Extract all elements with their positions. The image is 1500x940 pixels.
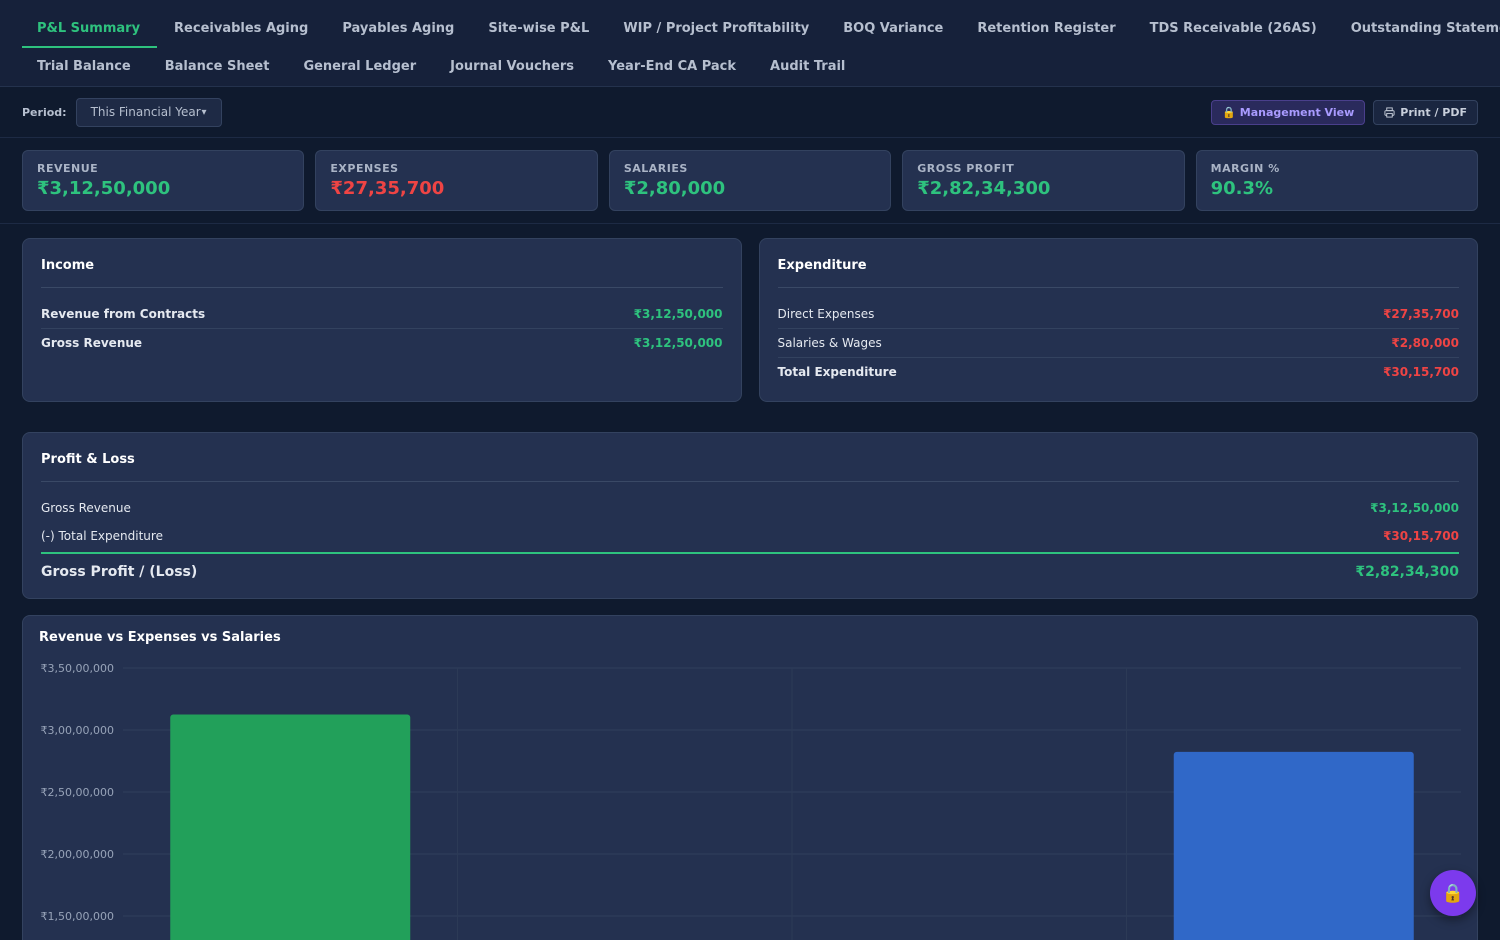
row-amount: ₹30,15,700 — [1383, 365, 1459, 379]
tab-balance-sheet[interactable]: Balance Sheet — [148, 48, 287, 86]
lock-icon: 🔒 — [1441, 882, 1465, 904]
y-tick-label: ₹2,50,00,000 — [41, 786, 114, 799]
income-expenditure-panels: Income Revenue from Contracts ₹3,12,50,0… — [0, 224, 1500, 402]
tab-trial-balance[interactable]: Trial Balance — [22, 48, 148, 86]
y-tick-label: ₹2,00,00,000 — [41, 848, 114, 861]
row-amount: ₹2,80,000 — [1391, 336, 1459, 350]
tab-site-wise-p-l[interactable]: Site-wise P&L — [471, 10, 606, 48]
tab-year-end-ca-pack[interactable]: Year-End CA Pack — [591, 48, 753, 86]
kpi-value: 90.3% — [1210, 178, 1274, 199]
row-label: Direct Expenses — [777, 307, 875, 321]
tab-retention-register[interactable]: Retention Register — [960, 10, 1132, 48]
row-label: Salaries & Wages — [777, 336, 882, 350]
bar-chart: ₹3,50,00,000 ₹3,00,00,000 ₹2,50,00,000 ₹2,0… — [41, 662, 1461, 940]
tab-journal-vouchers[interactable]: Journal Vouchers — [433, 48, 591, 86]
tab-p-l-summary[interactable]: P&L Summary — [22, 10, 158, 48]
kpi-card-revenue: REVENUE ₹3,12,50,000 — [22, 150, 305, 211]
tab-row-1: P&L Summary Receivables Aging Payables Agi… — [22, 0, 1500, 48]
profit-amount: ₹2,82,34,300 — [1355, 564, 1459, 580]
kpi-card-salaries: SALARIES ₹2,80,000 — [608, 150, 892, 211]
tab-boq-variance[interactable]: BOQ Variance — [826, 10, 960, 48]
kpi-value: ₹2,82,34,300 — [917, 178, 1051, 199]
print-label: Print / PDF — [1400, 105, 1467, 119]
kpi-value: ₹27,35,700 — [330, 178, 445, 199]
pl-gross-revenue-row: Gross Revenue ₹3,12,50,000 — [41, 494, 1459, 522]
kpi-label: EXPENSES — [330, 162, 399, 175]
row-amount: ₹27,35,700 — [1383, 307, 1459, 321]
tab-row-2: Trial Balance Balance Sheet General Ledger… — [22, 48, 1478, 86]
period-selected-value: This Financial Year — [90, 105, 201, 119]
expenditure-title: Expenditure — [777, 253, 1459, 288]
expenditure-panel: Expenditure Direct Expenses ₹27,35,700 S… — [758, 238, 1478, 402]
row-label: Gross Revenue — [41, 336, 143, 350]
period-select[interactable]: This Financial Year ▾ — [75, 97, 222, 127]
row-label: (-) Total Expenditure — [41, 529, 163, 543]
printer-icon — [1384, 106, 1395, 118]
tab-wip-project-profitability[interactable]: WIP / Project Profitability — [606, 10, 826, 48]
income-row: Revenue from Contracts ₹3,12,50,000 — [41, 300, 723, 329]
kpi-label: GROSS PROFIT — [917, 162, 1015, 175]
kpi-label: SALARIES — [623, 162, 688, 175]
report-tabs: P&L Summary Receivables Aging Payables Agi… — [0, 0, 1500, 87]
tab-payables-aging[interactable]: Payables Aging — [325, 10, 471, 48]
kpi-card-margin: MARGIN % 90.3% — [1195, 150, 1479, 211]
kpi-label: REVENUE — [37, 162, 99, 175]
expenditure-row: Direct Expenses ₹27,35,700 — [777, 300, 1459, 329]
kpi-strip: REVENUE ₹3,12,50,000 EXPENSES ₹27,35,700 SAL… — [0, 138, 1500, 224]
income-row: Gross Revenue ₹3,12,50,000 — [41, 329, 723, 357]
chart-panel: Revenue vs Expenses vs Salaries ₹3,50,00… — [22, 615, 1478, 940]
row-amount: ₹30,15,700 — [1383, 529, 1459, 543]
row-label: Revenue from Contracts — [41, 307, 206, 321]
y-tick-label: ₹3,00,00,000 — [41, 724, 114, 737]
pl-title: Profit & Loss — [41, 447, 1459, 482]
row-amount: ₹3,12,50,000 — [633, 336, 723, 350]
management-view-button[interactable]: 🔒 Management View — [1211, 99, 1366, 125]
expenditure-row: Salaries & Wages ₹2,80,000 — [777, 329, 1459, 358]
income-panel: Income Revenue from Contracts ₹3,12,50,0… — [22, 238, 742, 402]
y-tick-label: ₹3,50,00,000 — [41, 662, 114, 675]
kpi-value: ₹2,80,000 — [623, 178, 726, 199]
income-title: Income — [41, 253, 723, 288]
y-tick-label: ₹1,50,00,000 — [41, 910, 114, 923]
row-label: Gross Revenue — [41, 501, 131, 515]
management-view-label: Management View — [1239, 105, 1355, 119]
row-amount: ₹3,12,50,000 — [633, 307, 723, 321]
lock-icon: 🔒 — [1222, 105, 1236, 119]
chevron-down-icon: ▾ — [201, 106, 207, 118]
bar-3[interactable] — [1173, 751, 1414, 940]
row-label: Total Expenditure — [777, 365, 897, 379]
pl-profit-row: Gross Profit / (Loss) ₹2,82,34,300 — [41, 552, 1459, 580]
bar-0[interactable] — [170, 714, 411, 940]
kpi-card-expenses: EXPENSES ₹27,35,700 — [315, 150, 598, 211]
expenditure-total-row: Total Expenditure ₹30,15,700 — [778, 358, 1460, 386]
print-button[interactable]: Print / PDF — [1373, 99, 1478, 125]
kpi-label: MARGIN % — [1210, 162, 1280, 175]
kpi-card-gross-profit: GROSS PROFIT ₹2,82,34,300 — [902, 150, 1185, 211]
period-bar: Period: This Financial Year ▾ 🔒 Manageme… — [0, 87, 1500, 138]
lock-fab-button[interactable]: 🔒 — [1430, 870, 1476, 916]
kpi-value: ₹3,12,50,000 — [37, 178, 171, 199]
tab-general-ledger[interactable]: General Ledger — [286, 48, 433, 86]
row-amount: ₹3,12,50,000 — [1370, 501, 1459, 515]
tab-tds-receivable-26as[interactable]: TDS Receivable (26AS) — [1133, 10, 1334, 48]
period-label: Period: — [22, 105, 67, 119]
profit-label: Gross Profit / (Loss) — [41, 564, 198, 580]
tab-outstanding-statement[interactable]: Outstanding Statement — [1334, 10, 1500, 48]
tab-audit-trail[interactable]: Audit Trail — [753, 48, 862, 86]
profit-loss-panel: Profit & Loss Gross Revenue ₹3,12,50,000… — [22, 432, 1478, 599]
pl-total-exp-row: (-) Total Expenditure ₹30,15,700 — [41, 522, 1459, 550]
tab-receivables-aging[interactable]: Receivables Aging — [157, 10, 325, 48]
